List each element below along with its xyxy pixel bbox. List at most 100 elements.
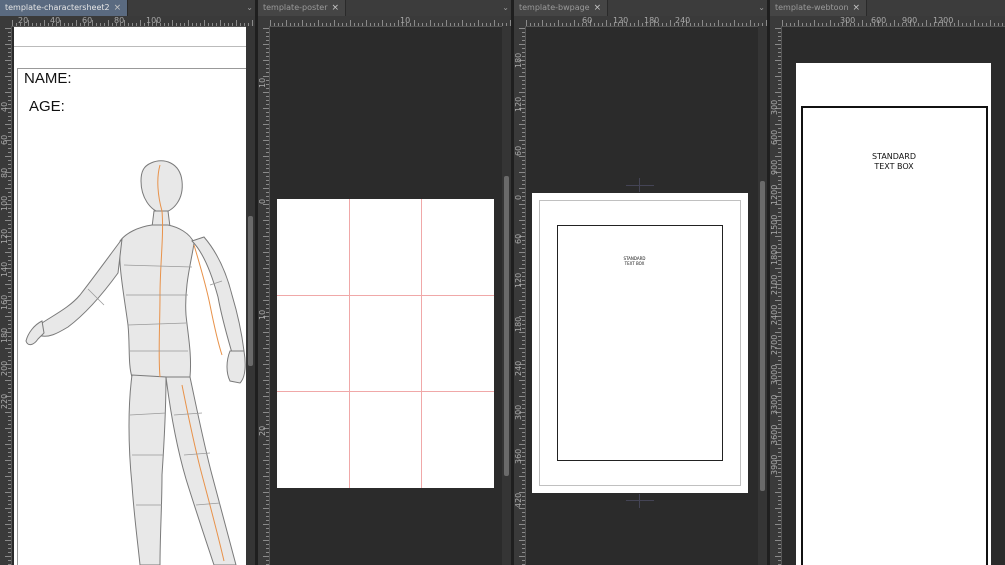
mannequin-figure: [25, 160, 246, 565]
ruler-tick: [866, 23, 867, 26]
character-sheet-canvas[interactable]: NAME: AGE:: [14, 27, 246, 565]
ruler-tick: [838, 23, 839, 26]
ruler-tick: [522, 32, 525, 33]
ruler-tick: [466, 23, 467, 26]
ruler-tick: [519, 204, 525, 205]
ruler-label: 140: [0, 261, 9, 277]
ruler-tick: [778, 272, 781, 273]
ruler-tick: [266, 512, 269, 513]
ruler-tick: [263, 92, 269, 93]
close-icon[interactable]: ×: [332, 0, 340, 16]
ruler-tick: [775, 28, 781, 29]
ruler-tick: [44, 20, 45, 26]
ruler-tick: [418, 23, 419, 26]
vertical-ruler: 10 0 10 20: [258, 26, 270, 565]
ruler-tick: [263, 284, 269, 285]
ruler-tick: [266, 48, 269, 49]
ruler-tick: [266, 344, 269, 345]
ruler-tick: [446, 20, 447, 26]
ruler-tick: [8, 452, 11, 453]
chevron-down-icon[interactable]: ⌄: [246, 0, 253, 16]
ruler-tick: [5, 492, 11, 493]
ruler-tick: [522, 420, 525, 421]
ruler-tick: [266, 128, 269, 129]
close-icon[interactable]: ×: [114, 0, 122, 16]
bwpage-canvas[interactable]: STANDARD TEXT BOX: [532, 193, 748, 493]
ruler-tick: [5, 28, 11, 29]
guide-line-horizontal: [277, 295, 494, 296]
ruler-tick: [266, 212, 269, 213]
ruler-tick: [5, 76, 11, 77]
ruler-tick: [930, 23, 931, 26]
tab-webtoon[interactable]: template-webtoon ×: [770, 0, 868, 16]
ruler-tick: [310, 23, 311, 26]
scrollbar-thumb[interactable]: [504, 176, 509, 476]
scrollbar-thumb[interactable]: [760, 181, 765, 491]
ruler-tick: [374, 23, 375, 26]
ruler-tick: [220, 20, 221, 26]
ruler-tick: [519, 220, 525, 221]
ruler-tick: [490, 23, 491, 26]
ruler-tick: [519, 300, 525, 301]
ruler-tick: [188, 20, 189, 26]
tab-poster[interactable]: template-poster ×: [258, 0, 347, 16]
ruler-tick: [8, 160, 11, 161]
vertical-scrollbar[interactable]: [502, 26, 511, 565]
ruler-tick: [522, 560, 525, 561]
vertical-scrollbar[interactable]: [758, 26, 767, 565]
webtoon-canvas[interactable]: STANDARD TEXT BOX: [796, 63, 991, 565]
ruler-tick: [8, 528, 11, 529]
close-icon[interactable]: ×: [853, 0, 861, 16]
poster-canvas[interactable]: [277, 199, 494, 488]
guide-line-horizontal: [277, 391, 494, 392]
ruler-tick: [778, 96, 781, 97]
ruler-tick: [806, 23, 807, 26]
ruler-tick: [458, 23, 459, 26]
ruler-tick: [8, 552, 11, 553]
ruler-tick: [5, 44, 11, 45]
ruler-tick: [778, 180, 781, 181]
ruler-tick: [266, 456, 269, 457]
ruler-tick: [826, 23, 827, 26]
ruler-tick: [8, 64, 11, 65]
close-icon[interactable]: ×: [594, 0, 602, 16]
chevron-down-icon[interactable]: ⌄: [502, 0, 509, 16]
ruler-tick: [634, 23, 635, 26]
ruler-tick: [775, 60, 781, 61]
crop-mark: [626, 185, 654, 186]
ruler-tick: [602, 23, 603, 26]
ruler-tick: [519, 76, 525, 77]
ruler-tick: [522, 356, 525, 357]
ruler-tick: [1002, 23, 1003, 26]
tab-bwpage[interactable]: template-bwpage ×: [514, 0, 609, 16]
ruler-tick: [482, 23, 483, 26]
ruler-label: 900: [770, 159, 779, 175]
ruler-tick: [8, 436, 11, 437]
ruler-tick: [266, 560, 269, 561]
ruler-tick: [778, 80, 781, 81]
ruler-tick: [8, 180, 11, 181]
ruler-tick: [8, 320, 11, 321]
ruler-label: 3000: [770, 364, 779, 385]
ruler-label: 600: [770, 129, 779, 145]
ruler-label: 180: [514, 316, 523, 332]
ruler-tick: [775, 268, 781, 269]
scrollbar-thumb[interactable]: [248, 216, 253, 366]
ruler-tick: [266, 436, 269, 437]
ruler-tick: [5, 92, 11, 93]
tab-title: template-poster: [263, 3, 328, 12]
tab-charactersheet[interactable]: template-charactersheet2 ×: [0, 0, 129, 16]
ruler-tick: [522, 68, 525, 69]
ruler-tick: [68, 23, 69, 26]
ruler-tick: [8, 256, 11, 257]
ruler-tick: [478, 20, 479, 26]
ruler-tick: [5, 508, 11, 509]
vertical-scrollbar[interactable]: [246, 26, 255, 565]
ruler-label: 1800: [770, 244, 779, 265]
pane-charactersheet: template-charactersheet2 × ⌄ 20 40 60 80 100 …: [0, 0, 255, 565]
ruler-tick: [775, 300, 781, 301]
ruler-tick: [48, 23, 49, 26]
chevron-down-icon[interactable]: ⌄: [758, 0, 765, 16]
ruler-tick: [266, 516, 269, 517]
ruler-tick: [519, 332, 525, 333]
